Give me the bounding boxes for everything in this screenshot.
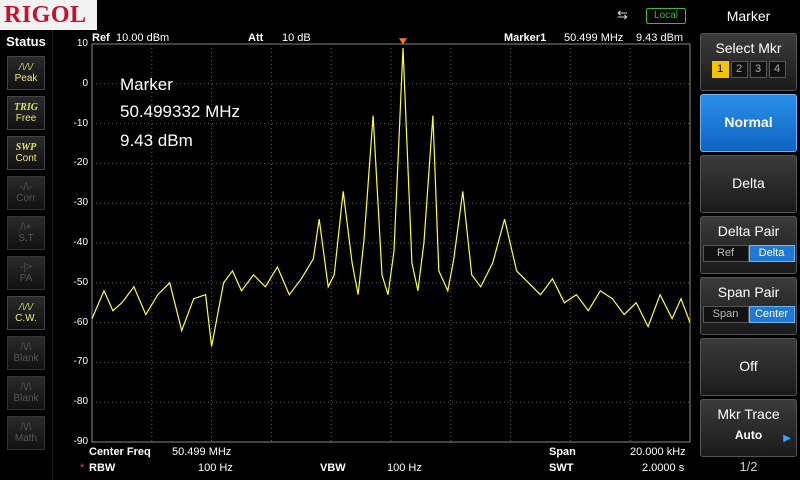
mkr-trace-value: Auto — [734, 428, 763, 442]
status-cw-label: C.W. — [15, 313, 37, 324]
status-swp-button[interactable]: SWP Cont — [7, 136, 45, 170]
y-tick-label: -90 — [73, 436, 88, 447]
rbw-label: RBW — [89, 462, 116, 474]
y-tick-label: -60 — [73, 316, 88, 328]
status-swp-label: Cont — [15, 153, 37, 164]
status-st-label: S.T — [18, 233, 34, 244]
y-tick-label: -20 — [73, 157, 88, 169]
status-blank1-button[interactable]: /\/\ Blank — [7, 336, 45, 370]
status-trig-icon: TRIG — [14, 102, 38, 113]
att-value: 10 dB — [282, 32, 311, 44]
span-pair-label: Span Pair — [717, 284, 780, 300]
status-pa-label: PA — [19, 273, 33, 284]
submenu-arrow-icon: ▶ — [783, 433, 791, 444]
status-math-label: Math — [14, 433, 38, 444]
y-tick-label: -10 — [73, 117, 88, 129]
y-tick-label: 0 — [82, 77, 88, 89]
status-title: Status — [6, 34, 46, 49]
status-cw-icon: /\/\/ — [19, 302, 33, 313]
y-tick-label: -80 — [73, 396, 88, 408]
delta-pair-button[interactable]: Delta Pair Ref Delta — [700, 216, 797, 274]
status-peak-icon: /\/\/ — [19, 62, 33, 73]
status-cw-button[interactable]: /\/\/C.W. — [7, 296, 45, 330]
status-math-button[interactable]: /\/\ Math — [7, 416, 45, 450]
usb-icon: ⇆ — [617, 7, 628, 22]
status-blank1-icon: /\/\ — [20, 342, 32, 353]
marker-readout-title: Marker — [120, 75, 173, 94]
ref-value: 10.00 dBm — [116, 32, 170, 44]
y-tick-label: -70 — [73, 356, 88, 368]
off-button[interactable]: Off — [700, 338, 797, 396]
span-value: 20.000 kHz — [630, 446, 686, 458]
status-corr-label: Corr — [16, 193, 36, 204]
mkr-trace-label: Mkr Trace — [717, 406, 780, 422]
marker-select-4[interactable]: 4 — [768, 61, 786, 78]
status-blank2-icon: /\/\ — [20, 382, 32, 393]
swt-value: 2.0000 s — [642, 462, 685, 474]
ref-label: Ref — [92, 32, 110, 44]
marker1-label: Marker1 — [504, 32, 547, 44]
y-tick-label: 10 — [76, 38, 88, 49]
spectrum-plot: Ref 10.00 dBm Att 10 dB Marker1 50.499 M… — [52, 30, 697, 480]
local-badge[interactable]: Local — [646, 8, 686, 24]
status-pa-icon: -|> — [20, 262, 32, 273]
marker-readout-freq: 50.499332 MHz — [120, 102, 241, 121]
top-bar — [0, 0, 697, 30]
marker-readout-amp: 9.43 dBm — [120, 131, 193, 150]
status-trig-button[interactable]: TRIG Free — [7, 96, 45, 130]
span-pair-option-span[interactable]: Span — [702, 306, 749, 323]
span-pair-button[interactable]: Span Pair Span Center — [700, 277, 797, 335]
normal-button[interactable]: Normal — [700, 94, 797, 152]
marker-select-1[interactable]: 1 — [711, 61, 729, 78]
status-st-button[interactable]: /\+ S.T — [7, 216, 45, 250]
delta-button[interactable]: Delta — [700, 155, 797, 213]
rbw-value: 100 Hz — [198, 462, 233, 474]
marker1-amp: 9.43 dBm — [636, 32, 684, 44]
y-tick-label: -50 — [73, 276, 88, 288]
delta-pair-option-ref[interactable]: Ref — [702, 245, 749, 262]
att-label: Att — [248, 32, 264, 44]
span-pair-option-center[interactable]: Center — [748, 306, 795, 323]
status-st-icon: /\+ — [20, 222, 32, 233]
delta-label: Delta — [732, 175, 765, 191]
menu-title: Marker — [726, 8, 771, 24]
center-freq-label: Center Freq — [89, 446, 151, 458]
swt-label: SWT — [549, 462, 574, 474]
rigol-logo: RIGOL — [0, 0, 97, 30]
marker-select-3[interactable]: 3 — [749, 61, 767, 78]
center-freq-value: 50.499 MHz — [172, 446, 232, 458]
mkr-trace-button[interactable]: Mkr Trace Auto ▶ — [700, 399, 797, 457]
status-corr-button[interactable]: -/\- Corr — [7, 176, 45, 210]
status-blank2-label: Blank — [13, 393, 39, 404]
off-label: Off — [739, 358, 758, 374]
y-tick-label: -30 — [73, 197, 88, 209]
span-label: Span — [549, 446, 576, 458]
status-peak-button[interactable]: /\/\/Peak — [7, 56, 45, 90]
y-tick-label: -40 — [73, 237, 88, 248]
delta-pair-option-delta[interactable]: Delta — [748, 245, 795, 262]
vbw-label: VBW — [320, 462, 346, 474]
status-pa-button[interactable]: -|> PA — [7, 256, 45, 290]
status-blank2-button[interactable]: /\/\ Blank — [7, 376, 45, 410]
marker-select-2[interactable]: 2 — [730, 61, 748, 78]
page-indicator[interactable]: 1/2 — [697, 459, 800, 474]
rbw-manual-star: * — [80, 462, 85, 474]
vbw-value: 100 Hz — [387, 462, 422, 474]
status-swp-icon: SWP — [15, 142, 37, 153]
delta-pair-label: Delta Pair — [717, 223, 780, 239]
select-mkr-label: Select Mkr — [715, 40, 782, 56]
status-corr-icon: -/\- — [19, 182, 33, 193]
status-blank1-label: Blank — [13, 353, 39, 364]
select-mkr-button[interactable]: Select Mkr 1234 — [700, 33, 797, 91]
marker-1-indicator[interactable] — [398, 38, 407, 45]
status-peak-label: Peak — [14, 73, 38, 84]
marker1-freq: 50.499 MHz — [564, 32, 624, 44]
normal-label: Normal — [724, 114, 773, 130]
spectrum-svg — [91, 38, 691, 443]
status-trig-label: Free — [15, 113, 37, 124]
status-math-icon: /\/\ — [20, 422, 32, 433]
